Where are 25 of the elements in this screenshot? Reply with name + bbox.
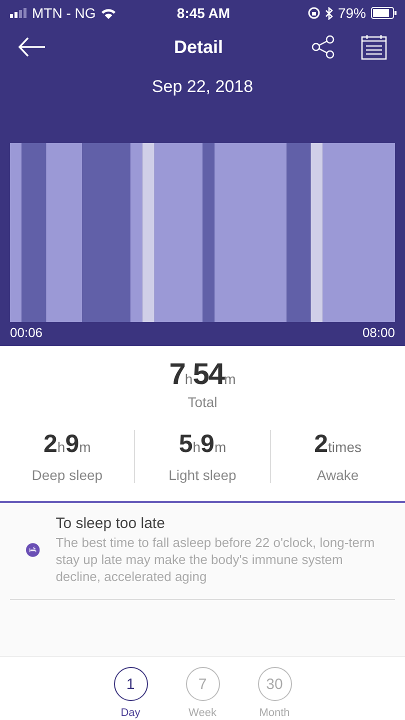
stat-value: 5h9m	[178, 430, 226, 459]
stat-value: 2times	[314, 430, 362, 459]
end-time: 08:00	[362, 325, 395, 340]
sleep-date: Sep 22, 2018	[150, 77, 254, 97]
start-time: 00:06	[10, 325, 43, 340]
page-title: Detail	[172, 36, 224, 58]
back-arrow-icon[interactable]	[18, 37, 46, 57]
stat-value: 2h9m	[44, 430, 91, 459]
stat-label: Light sleep	[168, 467, 236, 483]
stat-label: Awake	[316, 467, 359, 483]
bluetooth-icon	[324, 6, 333, 20]
tip-title: To sleep too late	[56, 515, 166, 532]
stat-label: Deep sleep	[32, 467, 103, 483]
total-sleep-value: 7h54m	[169, 358, 236, 392]
carrier-name: MTN - NG	[32, 5, 96, 21]
rotation-lock-icon	[308, 7, 320, 19]
battery-percent: 79%	[338, 5, 366, 21]
share-icon[interactable]	[311, 35, 335, 59]
clock-time: 8:45 AM	[176, 5, 230, 21]
calendar-icon[interactable]	[361, 34, 387, 60]
battery-icon	[370, 7, 397, 19]
total-label: Total	[188, 394, 218, 410]
tip-text: The best time to fall asleep before 22 o'clock, long-term stay up late may make the body's immune system decline, accelerated aging	[56, 534, 376, 585]
wifi-icon	[100, 8, 116, 18]
signal-icon	[10, 8, 27, 18]
